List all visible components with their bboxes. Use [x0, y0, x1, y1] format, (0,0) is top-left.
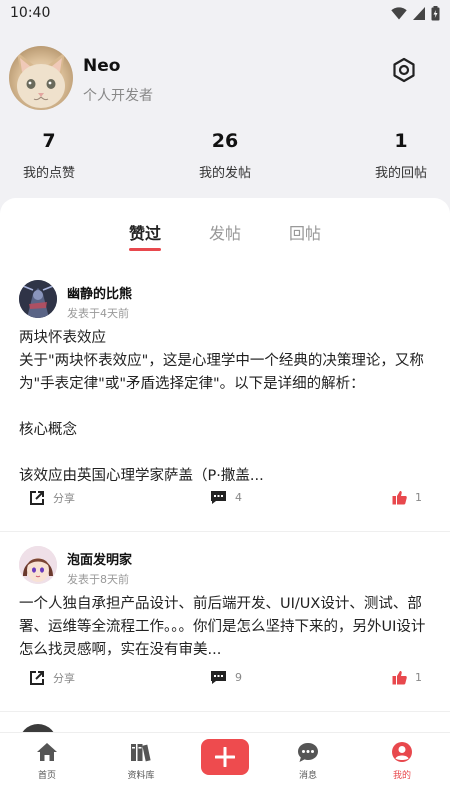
share-button[interactable]: 分享 [29, 490, 75, 506]
profile-name: Neo [83, 56, 121, 76]
gear-icon [393, 57, 415, 83]
thumbs-up-icon [392, 671, 407, 685]
post-actions: 分享 9 1 [0, 670, 450, 694]
nav-home[interactable]: 首页 [17, 739, 77, 781]
stat-value: 1 [394, 130, 408, 152]
comment-count: 4 [235, 491, 242, 504]
like-count: 1 [415, 491, 422, 504]
share-icon [30, 671, 44, 685]
avatar[interactable] [9, 46, 73, 110]
author-avatar-image [19, 546, 57, 584]
post-avatar[interactable] [19, 280, 57, 318]
stat-label: 我的回帖 [374, 166, 427, 181]
battery-icon [431, 5, 440, 20]
comment-icon [211, 671, 226, 684]
nav-label: 消息 [298, 771, 317, 781]
status-bar: 10:40 [0, 0, 450, 26]
nav-messages[interactable]: 消息 [278, 739, 338, 781]
cat-avatar-image [17, 52, 65, 108]
post-avatar[interactable] [19, 546, 57, 584]
comment-count: 9 [235, 671, 242, 684]
stats-row: 7 我的点赞 26 我的发帖 1 我的回帖 [0, 130, 450, 186]
nav-library[interactable]: 资料库 [111, 739, 171, 781]
stat-label: 我的发帖 [198, 166, 251, 181]
comment-icon [211, 491, 226, 504]
like-button[interactable]: 1 [392, 490, 422, 505]
tab-replies[interactable]: 回帖 [275, 220, 335, 244]
status-time: 10:40 [10, 5, 51, 21]
share-icon [30, 491, 44, 505]
comment-button[interactable]: 9 [210, 670, 242, 685]
bottom-nav: 首页 资料库 消息 我的 [0, 732, 450, 800]
tab-posts[interactable]: 发帖 [195, 220, 255, 244]
tab-liked[interactable]: 赞过 [115, 220, 175, 244]
stat-replies[interactable]: 1 我的回帖 [346, 130, 450, 181]
profile-bio: 个人开发者 [83, 88, 153, 104]
library-icon [131, 744, 151, 762]
share-button[interactable]: 分享 [29, 670, 75, 686]
stat-value: 7 [42, 130, 56, 152]
nav-label: 首页 [37, 771, 56, 781]
post-actions: 分享 4 1 [0, 490, 450, 514]
settings-button[interactable] [390, 56, 418, 84]
post-time: 发表于8天前 [67, 573, 129, 586]
post-author[interactable]: 幽静的比熊 [67, 283, 132, 302]
wifi-icon [391, 6, 407, 19]
share-label: 分享 [53, 672, 75, 685]
post-body[interactable]: 一个人独自承担产品设计、前后端开发、UI/UX设计、测试、部署、运维等全流程工作… [19, 593, 431, 662]
profile-icon [392, 742, 412, 762]
post-author[interactable]: 泡面发明家 [67, 549, 132, 568]
nav-profile[interactable]: 我的 [372, 739, 432, 781]
nav-label: 我的 [392, 771, 411, 781]
post-time: 发表于4天前 [67, 307, 129, 320]
status-icons [391, 5, 440, 21]
comment-button[interactable]: 4 [210, 490, 242, 505]
post-body[interactable]: 两块怀表效应 关于"两块怀表效应"，这是心理学中一个经典的决策理论，又称为"手表… [19, 327, 431, 488]
content-card: 赞过 发帖 回帖 幽静的比熊 发表于4天前 两块怀表效应 关于"两块怀表效应"，… [0, 198, 450, 800]
plus-icon [215, 747, 235, 767]
message-icon [298, 742, 318, 762]
like-button[interactable]: 1 [392, 670, 422, 685]
stat-value: 26 [211, 130, 239, 152]
post-item[interactable]: 幽静的比熊 发表于4天前 两块怀表效应 关于"两块怀表效应"，这是心理学中一个经… [0, 264, 450, 532]
nav-label: 资料库 [127, 771, 155, 781]
signal-icon [413, 6, 425, 20]
stat-posts[interactable]: 26 我的发帖 [170, 130, 280, 181]
tab-bar: 赞过 发帖 回帖 [0, 198, 450, 258]
tab-active-indicator [129, 248, 161, 251]
share-label: 分享 [53, 492, 75, 505]
stat-likes[interactable]: 7 我的点赞 [0, 130, 104, 181]
stat-label: 我的点赞 [22, 166, 75, 181]
thumbs-up-icon [392, 491, 407, 505]
home-icon [37, 743, 57, 761]
profile-header: Neo 个人开发者 [0, 42, 450, 112]
author-avatar-image [19, 280, 57, 318]
publish-button[interactable] [201, 739, 249, 775]
like-count: 1 [415, 671, 422, 684]
post-item[interactable]: 泡面发明家 发表于8天前 一个人独自承担产品设计、前后端开发、UI/UX设计、测… [0, 534, 450, 712]
